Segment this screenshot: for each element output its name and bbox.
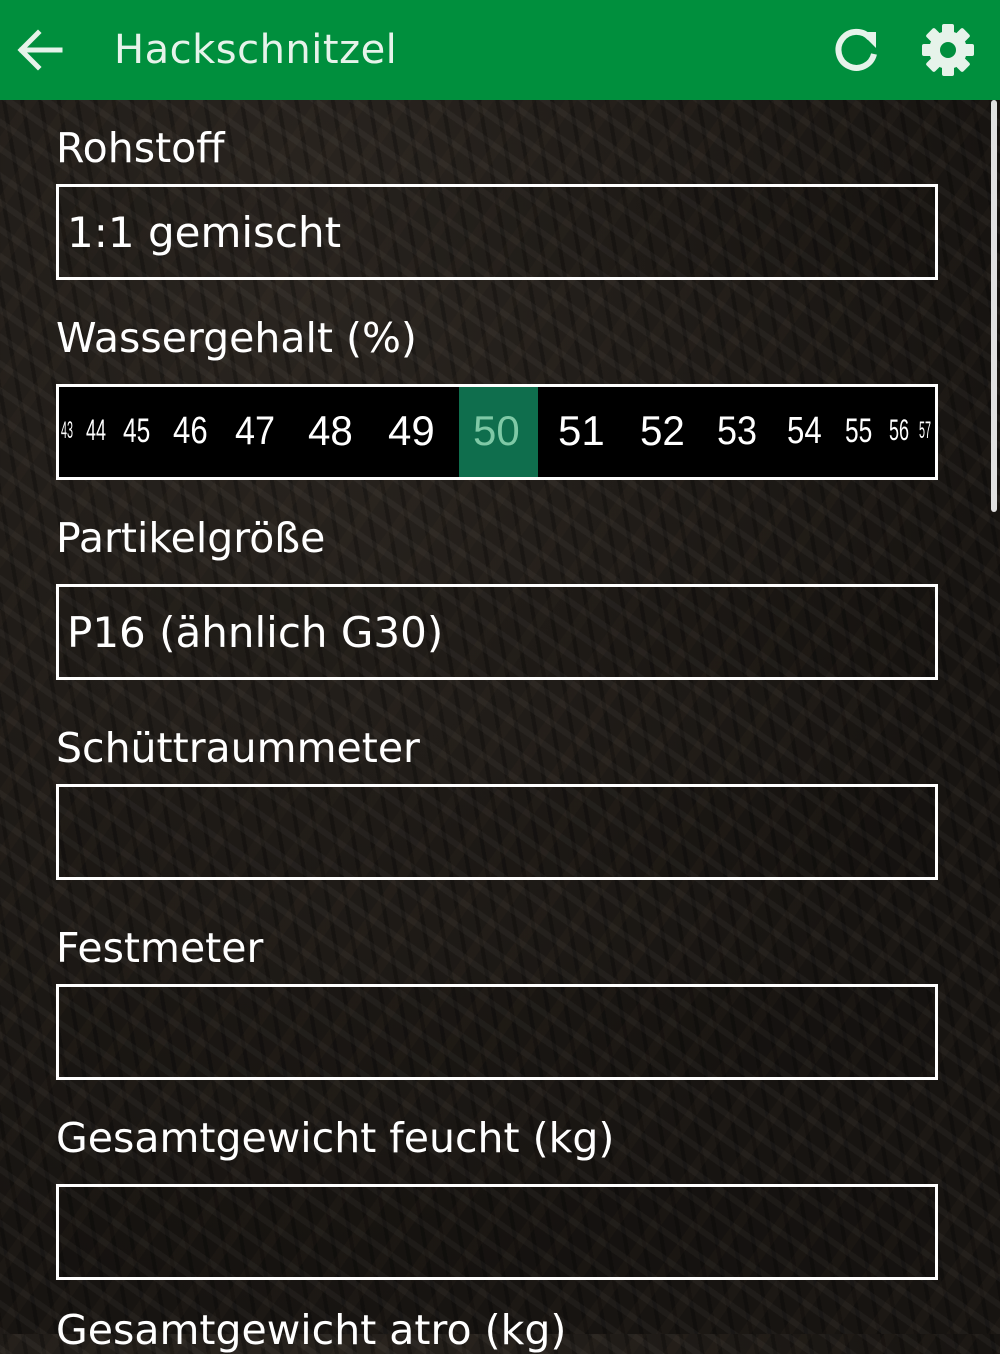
picker-value-48[interactable]: 48 xyxy=(308,409,353,453)
gesamtgewicht-feucht-input[interactable] xyxy=(56,1184,938,1280)
festmeter-label: Festmeter xyxy=(56,924,264,972)
app-bar: Hackschnitzel xyxy=(0,0,1000,100)
gesamtgewicht-feucht-label: Gesamtgewicht feucht (kg) xyxy=(56,1114,615,1162)
partikelgroesse-select[interactable]: P16 (ähnlich G30) xyxy=(56,584,938,680)
picker-value-43[interactable]: 43 xyxy=(61,409,73,453)
picker-value-52[interactable]: 52 xyxy=(640,409,685,453)
picker-value-54[interactable]: 54 xyxy=(787,409,822,453)
picker-value-49[interactable]: 49 xyxy=(388,409,435,453)
picker-value-50[interactable]: 50 xyxy=(473,409,520,453)
picker-value-46[interactable]: 46 xyxy=(173,409,208,453)
picker-value-56[interactable]: 56 xyxy=(889,409,909,453)
picker-value-57[interactable]: 57 xyxy=(919,409,931,453)
picker-value-51[interactable]: 51 xyxy=(558,409,605,453)
schuettraummeter-label: Schüttraummeter xyxy=(56,724,420,772)
gesamtgewicht-atro-label: Gesamtgewicht atro (kg) xyxy=(56,1306,567,1354)
refresh-icon[interactable] xyxy=(830,24,882,76)
partikelgroesse-label: Partikelgröße xyxy=(56,514,326,562)
scrollbar[interactable] xyxy=(991,100,997,512)
partikelgroesse-value: P16 (ähnlich G30) xyxy=(67,608,444,657)
arrow-left-icon[interactable] xyxy=(14,24,66,76)
gear-icon[interactable] xyxy=(920,22,976,78)
wassergehalt-number-picker[interactable]: 43 44 45 46 47 48 49 50 51 52 53 54 55 5… xyxy=(56,384,938,480)
festmeter-input[interactable] xyxy=(56,984,938,1080)
schuettraummeter-input[interactable] xyxy=(56,784,938,880)
picker-value-55[interactable]: 55 xyxy=(845,409,872,453)
wassergehalt-label: Wassergehalt (%) xyxy=(56,314,417,362)
picker-value-45[interactable]: 45 xyxy=(123,409,150,453)
picker-value-47[interactable]: 47 xyxy=(235,409,275,453)
rohstoff-value: 1:1 gemischt xyxy=(67,208,342,257)
page-title: Hackschnitzel xyxy=(114,27,398,73)
rohstoff-label: Rohstoff xyxy=(56,124,225,172)
rohstoff-select[interactable]: 1:1 gemischt xyxy=(56,184,938,280)
picker-value-44[interactable]: 44 xyxy=(86,409,106,453)
picker-value-53[interactable]: 53 xyxy=(717,409,757,453)
